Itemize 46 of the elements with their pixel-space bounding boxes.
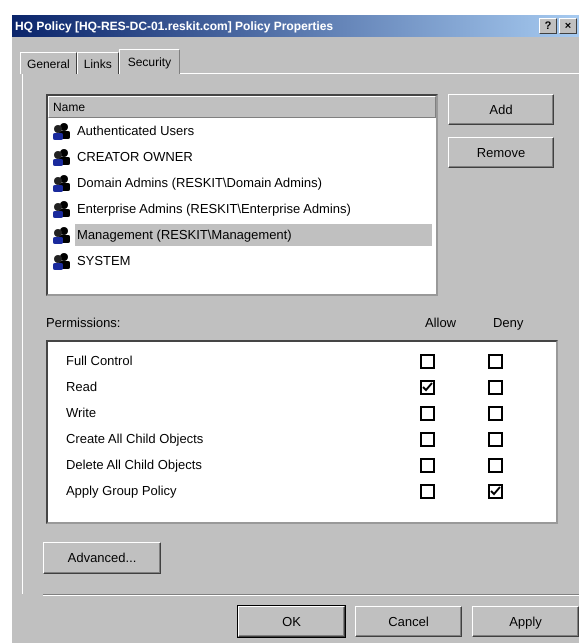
- column-header: Deny: [493, 314, 524, 332]
- list-item[interactable]: CREATOR OWNER: [75, 146, 195, 168]
- checkbox[interactable]: [488, 354, 503, 368]
- permission-label: Full Control: [66, 352, 134, 370]
- checkbox[interactable]: [488, 432, 503, 446]
- user-group-icon: [52, 252, 72, 270]
- action-button[interactable]: Remove: [448, 137, 554, 168]
- permission-label: Write: [66, 404, 98, 422]
- dialog-button[interactable]: OK: [238, 606, 345, 637]
- checkbox[interactable]: [420, 458, 435, 472]
- checkbox[interactable]: [420, 484, 435, 498]
- tab[interactable]: General: [20, 52, 77, 74]
- list-item[interactable]: Enterprise Admins (RESKIT\Enterprise Admins): [75, 198, 353, 220]
- help-button[interactable]: ?: [539, 18, 557, 34]
- checkbox[interactable]: [488, 458, 503, 472]
- dialog-button[interactable]: Cancel: [355, 606, 462, 637]
- permission-label: Delete All Child Objects: [66, 456, 203, 474]
- tab[interactable]: Security: [118, 49, 180, 74]
- window-title: HQ Policy [HQ-RES-DC-01.reskit.com] Policy Properties: [15, 18, 334, 35]
- user-group-icon: [52, 174, 72, 192]
- checkbox[interactable]: [488, 406, 503, 420]
- permission-label: Apply Group Policy: [66, 482, 178, 500]
- list-item[interactable]: Management (RESKIT\Management): [75, 224, 432, 246]
- checkbox[interactable]: [420, 432, 435, 446]
- permission-label: Read: [66, 378, 98, 396]
- checkbox[interactable]: [420, 380, 435, 394]
- checkbox[interactable]: [420, 406, 435, 420]
- tab[interactable]: Links: [76, 52, 119, 74]
- user-group-icon: [52, 122, 72, 140]
- checkbox[interactable]: [420, 354, 435, 368]
- user-group-icon: [52, 226, 72, 244]
- permissions-label: Permissions:: [46, 314, 122, 332]
- advanced-button[interactable]: Advanced...: [43, 542, 161, 574]
- column-header: Name: [48, 96, 436, 118]
- user-group-icon: [52, 200, 72, 218]
- close-button[interactable]: ×: [559, 18, 577, 34]
- checkbox[interactable]: [488, 380, 503, 394]
- list-item[interactable]: Authenticated Users: [75, 120, 196, 142]
- user-group-icon: [52, 148, 72, 166]
- column-header: Allow: [425, 314, 458, 332]
- permission-label: Create All Child Objects: [66, 430, 204, 448]
- list-item[interactable]: Domain Admins (RESKIT\Domain Admins): [75, 172, 324, 194]
- list-item[interactable]: SYSTEM: [75, 250, 132, 272]
- action-button[interactable]: Add: [448, 94, 554, 125]
- checkbox[interactable]: [488, 484, 503, 498]
- dialog-button[interactable]: Apply: [472, 606, 579, 637]
